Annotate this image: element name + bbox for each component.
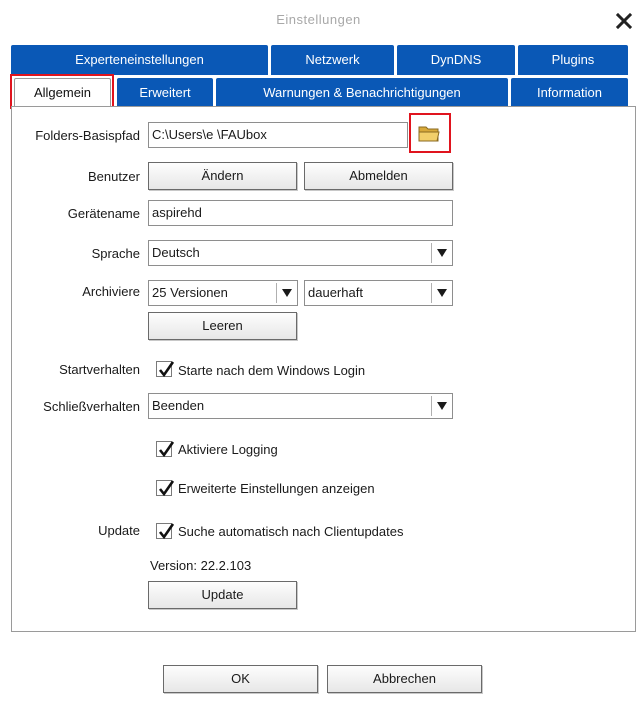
version-text: Version: 22.2.103 (150, 558, 252, 573)
folder-icon[interactable] (418, 124, 440, 142)
chevron-down-icon[interactable] (431, 243, 452, 263)
tab-netzwerk[interactable]: Netzwerk (271, 45, 394, 75)
chevron-down-icon[interactable] (431, 283, 452, 303)
tab-experteneinstellungen[interactable]: Experteneinstellungen (11, 45, 268, 75)
startup-checkbox-label[interactable]: Starte nach dem Windows Login (178, 363, 365, 379)
archive-versions-select[interactable]: 25 Versionen (148, 280, 298, 306)
auto-update-checkbox-label[interactable]: Suche automatisch nach Clientupdates (178, 524, 403, 540)
auto-update-checkbox[interactable] (156, 523, 175, 540)
folders-path-field[interactable]: C:\Users\e \FAUbox (148, 122, 408, 148)
folders-label: Folders-Basispfad (35, 128, 140, 143)
language-label: Sprache (91, 246, 140, 261)
archive-duration-value: dauerhaft (308, 285, 363, 300)
advanced-settings-checkbox-label[interactable]: Erweiterte Einstellungen anzeigen (178, 481, 375, 497)
archive-label: Archiviere (82, 284, 140, 299)
tab-dyndns[interactable]: DynDNS (397, 45, 515, 75)
window-title: Einstellungen (276, 12, 361, 27)
tab-information[interactable]: Information (511, 78, 628, 107)
cancel-button[interactable]: Abbrechen (327, 665, 482, 693)
update-label: Update (98, 523, 140, 538)
startup-checkbox[interactable] (156, 361, 175, 378)
close-behavior-value: Beenden (152, 398, 205, 413)
tab-erweitert[interactable]: Erweitert (117, 78, 213, 107)
tab-warnungen[interactable]: Warnungen & Benachrichtigungen (216, 78, 508, 107)
chevron-down-icon[interactable] (276, 283, 297, 303)
close-icon[interactable] (614, 11, 634, 31)
archive-versions-value: 25 Versionen (152, 285, 228, 300)
logout-button[interactable]: Abmelden (304, 162, 453, 190)
device-name-label: Gerätename (67, 206, 140, 221)
close-behavior-label: Schließverhalten (43, 399, 140, 414)
chevron-down-icon[interactable] (431, 396, 452, 416)
ok-button[interactable]: OK (163, 665, 318, 693)
tab-plugins[interactable]: Plugins (518, 45, 628, 75)
clear-archive-button[interactable]: Leeren (148, 312, 297, 340)
archive-duration-select[interactable]: dauerhaft (304, 280, 453, 306)
tab-highlight (10, 74, 114, 109)
logging-checkbox[interactable] (156, 441, 175, 458)
language-select[interactable]: Deutsch (148, 240, 453, 266)
close-behavior-select[interactable]: Beenden (148, 393, 453, 419)
logging-checkbox-label[interactable]: Aktiviere Logging (178, 442, 278, 458)
startup-label: Startverhalten (59, 362, 140, 377)
update-button[interactable]: Update (148, 581, 297, 609)
change-user-button[interactable]: Ändern (148, 162, 297, 190)
advanced-settings-checkbox[interactable] (156, 480, 175, 497)
user-label: Benutzer (87, 169, 140, 184)
language-value: Deutsch (152, 245, 200, 260)
device-name-field[interactable]: aspirehd (148, 200, 453, 226)
